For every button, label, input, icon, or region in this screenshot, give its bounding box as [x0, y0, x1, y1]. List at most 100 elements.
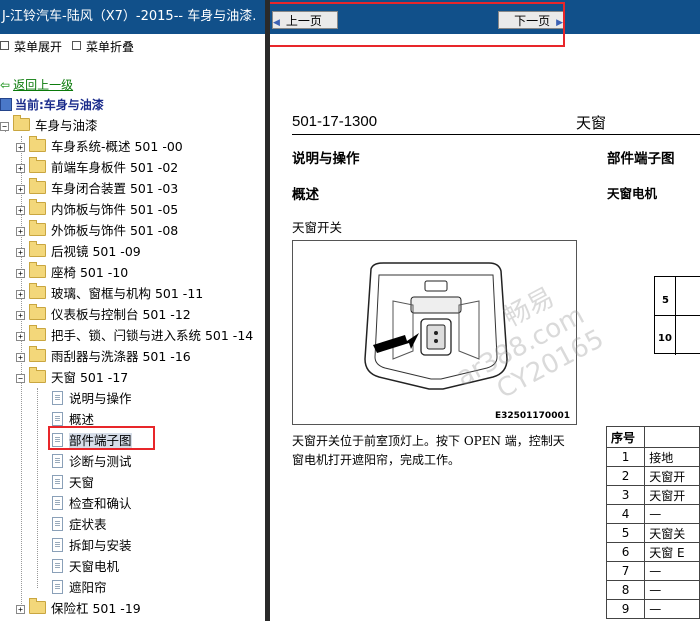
expand-toggle-icon: + [16, 164, 25, 173]
figure-caption: E32501170001 [494, 411, 570, 421]
sunroof-switch-illustration [364, 262, 508, 390]
folder-icon [29, 283, 46, 299]
tree-leaf[interactable]: 天窗电机 [52, 556, 119, 577]
tree-leaf-label: 诊断与测试 [69, 454, 132, 469]
section-heading-right: 部件端子图 [607, 151, 675, 167]
pin-description: — [644, 504, 700, 524]
window-title-text: J-江铃汽车-陆风（X7）-2015-- 车身与油漆. [2, 9, 257, 24]
pin-description: 接地 [644, 447, 700, 467]
expand-all-button[interactable]: 菜单展开 [0, 38, 62, 55]
document-icon [52, 559, 63, 573]
expand-toggle-icon: + [16, 185, 25, 194]
pin-number: 1 [605, 447, 646, 467]
back-link-label: 返回上一级 [13, 78, 74, 92]
tree-item-label: 仪表板与控制台 501 -12 [51, 307, 191, 322]
table-row: 3 天窗开 [605, 485, 700, 505]
tree-item[interactable]: + 座椅 501 -10 [16, 262, 128, 283]
collapse-icon [72, 41, 81, 50]
doc-code: 501-17-1300 [292, 113, 378, 130]
header-rule [292, 134, 700, 135]
tree-leaf[interactable]: 诊断与测试 [52, 451, 132, 472]
expand-toggle-icon: + [16, 227, 25, 236]
document-icon [52, 454, 63, 468]
overview-heading: 概述 [292, 187, 319, 203]
tree-leaf[interactable]: 遮阳帘 [52, 577, 107, 598]
tree-item[interactable]: + 仪表板与控制台 501 -12 [16, 304, 191, 325]
table-row: 1 接地 [605, 447, 700, 467]
pin-label: 5 [662, 295, 669, 306]
collapse-all-button[interactable]: 菜单折叠 [72, 38, 134, 55]
pin-number: 8 [605, 580, 646, 600]
tree-item[interactable]: + 前端车身板件 501 -02 [16, 157, 178, 178]
tree-line [37, 388, 38, 588]
tree-item[interactable]: + 后视镜 501 -09 [16, 241, 141, 262]
table-row: 9— [605, 599, 700, 619]
tree-item[interactable]: + 车身闭合装置 501 -03 [16, 178, 178, 199]
book-icon [0, 98, 12, 111]
expand-toggle-icon: + [16, 311, 25, 320]
tree-item[interactable]: + 保险杠 501 -19 [16, 598, 141, 619]
tree-leaf[interactable]: 说明与操作 [52, 388, 132, 409]
tree-item-label: 玻璃、窗框与机构 501 -11 [51, 286, 204, 301]
tree-leaf-label: 天窗 [69, 475, 95, 490]
pin-description: 天窗开 [644, 466, 700, 486]
tree-item[interactable]: + 内饰板与饰件 501 -05 [16, 199, 178, 220]
tree-leaf[interactable]: 症状表 [52, 514, 107, 535]
expand-toggle-icon: + [16, 269, 25, 278]
document-icon [52, 391, 63, 405]
tree-item-label: 内饰板与饰件 501 -05 [51, 202, 179, 217]
folder-icon [29, 598, 46, 614]
back-link[interactable]: ⇦ 返回上一级 [0, 76, 73, 93]
tree-item[interactable]: + 把手、锁、闩锁与进入系统 501 -14 [16, 325, 253, 346]
table-row: 7— [605, 561, 700, 581]
tree-leaf[interactable]: 天窗 [52, 472, 94, 493]
sunroof-switch-figure: E32501170001 [292, 240, 577, 425]
tree-item-label: 天窗 501 -17 [51, 370, 129, 385]
folder-icon [29, 178, 46, 194]
pin-number: 5 [605, 523, 646, 543]
table-header-cell: 序号 [605, 426, 646, 448]
description-line-1: 天窗开关位于前室顶灯上。按下 OPEN 端，控制天 [292, 434, 565, 448]
tree-item[interactable]: + 雨刮器与洗涤器 501 -16 [16, 346, 191, 367]
connector-divider [675, 277, 676, 355]
collapse-toggle-icon: − [16, 374, 25, 383]
current-location-label: 当前:车身与油漆 [15, 98, 104, 112]
tree-root[interactable]: − 车身与油漆 [0, 115, 98, 136]
doc-chapter: 天窗 [576, 114, 607, 132]
expand-toggle-icon: + [16, 332, 25, 341]
expand-toggle-icon: + [16, 248, 25, 257]
document-icon [52, 412, 63, 426]
expand-all-label: 菜单展开 [14, 40, 63, 54]
nav-highlight-box [270, 2, 565, 47]
table-row: 4— [605, 504, 700, 524]
connector-diagram: 5 10 [654, 276, 700, 355]
tree-item-label: 保险杠 501 -19 [51, 601, 141, 616]
back-arrow-icon: ⇦ [0, 78, 11, 92]
tree-item-label: 座椅 501 -10 [51, 265, 129, 280]
folder-icon [29, 262, 46, 278]
folder-icon [29, 220, 46, 236]
expand-toggle-icon: + [16, 143, 25, 152]
pin-description: — [644, 561, 700, 581]
tree-leaf[interactable]: 检查和确认 [52, 493, 132, 514]
pin-label: 10 [658, 333, 672, 344]
table-row: 6 天窗 E [605, 542, 700, 562]
tree-item-label: 车身系统-概述 501 -00 [51, 139, 183, 154]
pin-description: — [644, 599, 700, 619]
tree-item-label: 后视镜 501 -09 [51, 244, 141, 259]
document-icon [52, 496, 63, 510]
folder-icon [29, 136, 46, 152]
tree-item-sunroof[interactable]: − 天窗 501 -17 [16, 367, 128, 388]
pin-number: 4 [605, 504, 646, 524]
motor-subheading: 天窗电机 [607, 186, 658, 201]
pin-description: — [644, 580, 700, 600]
tree-item[interactable]: + 玻璃、窗框与机构 501 -11 [16, 283, 203, 304]
tree-item[interactable]: + 车身系统-概述 501 -00 [16, 136, 183, 157]
tree-leaf-label: 检查和确认 [69, 496, 132, 511]
folder-icon [29, 241, 46, 257]
tree-leaf-label: 症状表 [69, 517, 107, 532]
tree-leaf[interactable]: 拆卸与安装 [52, 535, 132, 556]
navigation-pane: J-江铃汽车-陆风（X7）-2015-- 车身与油漆. 菜单展开 菜单折叠 ⇦ 返… [0, 0, 265, 621]
tree-item[interactable]: + 外饰板与饰件 501 -08 [16, 220, 178, 241]
current-location: 当前:车身与油漆 [0, 96, 104, 113]
